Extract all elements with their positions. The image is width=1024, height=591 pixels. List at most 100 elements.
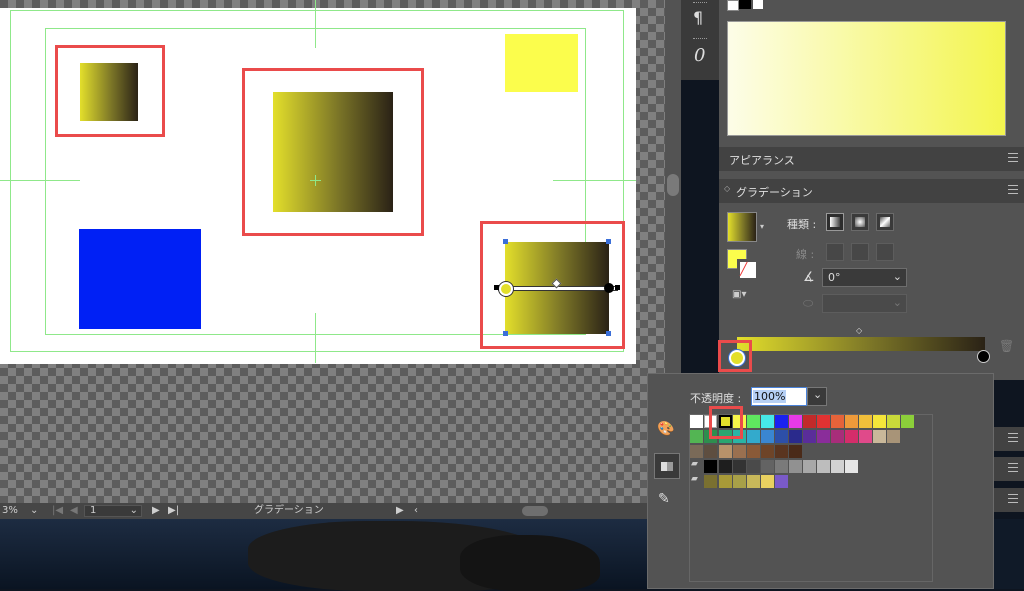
eyedropper-icon[interactable]: ✎ <box>658 491 670 507</box>
freeform-gradient-icon[interactable] <box>876 213 894 231</box>
swatch[interactable] <box>747 445 760 458</box>
menu-icon[interactable] <box>1008 433 1018 442</box>
swatch[interactable] <box>887 415 900 428</box>
gradient-tab[interactable]: グラデーション <box>736 184 813 200</box>
swatch[interactable] <box>789 460 802 473</box>
swatch[interactable] <box>845 460 858 473</box>
trash-icon[interactable]: 🗑 <box>999 339 1014 353</box>
opacity-chevron-down-icon[interactable]: ⌄ <box>813 388 822 401</box>
swatch[interactable] <box>719 460 732 473</box>
swatch[interactable] <box>747 430 760 443</box>
yellow-square[interactable] <box>505 34 578 92</box>
opacity-dropdown[interactable]: ⌄ <box>807 387 827 406</box>
menu-icon[interactable] <box>1008 153 1018 162</box>
swatch[interactable] <box>789 415 802 428</box>
folder-icon[interactable]: ▰ <box>691 459 698 469</box>
swatch[interactable] <box>733 475 746 488</box>
swatch[interactable] <box>761 460 774 473</box>
swatch[interactable] <box>803 460 816 473</box>
fill-stroke-mini-white[interactable] <box>753 0 763 9</box>
swatch[interactable] <box>789 430 802 443</box>
menu-icon[interactable] <box>1008 185 1018 194</box>
swatches-icon[interactable] <box>654 453 680 479</box>
swatch[interactable] <box>817 460 830 473</box>
swatch[interactable] <box>803 415 816 428</box>
swatch[interactable] <box>747 475 760 488</box>
opacity-field[interactable]: 100% <box>751 387 807 406</box>
swatch[interactable] <box>887 430 900 443</box>
swatch[interactable] <box>719 445 732 458</box>
page-number-field[interactable]: 1 ⌄ <box>84 505 142 517</box>
swatch-chevron-down-icon[interactable]: ▾ <box>760 222 764 231</box>
swatch[interactable] <box>775 460 788 473</box>
swatch[interactable] <box>761 415 774 428</box>
swatch[interactable] <box>859 415 872 428</box>
palette-icon[interactable]: 🎨 <box>657 421 674 437</box>
swatch[interactable] <box>733 460 746 473</box>
swatch[interactable] <box>775 430 788 443</box>
swatch[interactable] <box>761 430 774 443</box>
stroke-gradient-along-icon[interactable] <box>851 243 869 261</box>
aspect-field[interactable]: ⌄ <box>822 294 907 313</box>
swatch[interactable] <box>761 445 774 458</box>
swatch[interactable] <box>704 460 717 473</box>
aspect-chevron-down-icon[interactable]: ⌄ <box>893 296 902 309</box>
swatch[interactable] <box>817 430 830 443</box>
angle-field[interactable]: 0° ⌄ <box>822 268 907 287</box>
artboard[interactable] <box>0 0 636 364</box>
scroll-left-icon[interactable]: ‹ <box>414 503 418 519</box>
swatch[interactable] <box>704 445 717 458</box>
linear-gradient-icon[interactable] <box>826 213 844 231</box>
menu-icon[interactable] <box>1008 463 1018 472</box>
swatch[interactable] <box>775 475 788 488</box>
prev-page-icon[interactable]: ◀ <box>70 503 78 519</box>
appearance-panel-header[interactable]: アピアランス <box>719 147 1024 171</box>
fill-stroke-mini-none-icon[interactable] <box>727 0 739 11</box>
stroke-gradient-within-icon[interactable] <box>826 243 844 261</box>
horizontal-scroll-thumb[interactable] <box>522 506 548 516</box>
status-menu-icon[interactable]: ▶ <box>396 503 404 519</box>
swatch[interactable] <box>831 430 844 443</box>
swatch[interactable] <box>859 430 872 443</box>
swatch[interactable] <box>803 430 816 443</box>
swatch[interactable] <box>747 415 760 428</box>
swatch[interactable] <box>761 475 774 488</box>
radial-gradient-icon[interactable] <box>851 213 869 231</box>
zoom-dropdown-chevron-down-icon[interactable]: ⌄ <box>30 503 38 519</box>
vertical-scroll-thumb[interactable] <box>667 174 679 196</box>
appearance-tab[interactable]: アピアランス <box>729 152 795 168</box>
swatch[interactable] <box>733 445 746 458</box>
page-chevron-down-icon[interactable]: ⌄ <box>130 503 138 519</box>
swatch[interactable] <box>775 445 788 458</box>
swatch-none[interactable] <box>690 415 703 428</box>
collapse-icon[interactable]: ◇ <box>724 184 730 193</box>
swatch[interactable] <box>690 445 703 458</box>
stroke-gradient-across-icon[interactable] <box>876 243 894 261</box>
swatch[interactable] <box>845 415 858 428</box>
swatch[interactable] <box>873 430 886 443</box>
swatch[interactable] <box>690 430 703 443</box>
swatch[interactable] <box>719 475 732 488</box>
swatch[interactable] <box>789 445 802 458</box>
swatch[interactable] <box>747 460 760 473</box>
italic-zero-icon[interactable]: 0 <box>694 45 705 66</box>
zoom-level[interactable]: 3% <box>2 503 18 519</box>
first-page-icon[interactable]: |◀ <box>52 503 63 519</box>
swatch[interactable] <box>817 415 830 428</box>
swatch[interactable] <box>901 415 914 428</box>
gradient-panel-header[interactable]: ◇ グラデーション <box>719 179 1024 203</box>
swatch[interactable] <box>775 415 788 428</box>
gradient-swatch-preview[interactable] <box>727 212 757 242</box>
fill-stroke-mini-black[interactable] <box>739 0 751 9</box>
swatch[interactable] <box>704 475 717 488</box>
swatch[interactable] <box>831 460 844 473</box>
document-canvas[interactable] <box>0 0 665 505</box>
midpoint-diamond-icon[interactable]: ◇ <box>856 326 862 335</box>
reverse-gradient-icon[interactable]: ▣▾ <box>732 289 746 300</box>
swatch[interactable] <box>845 430 858 443</box>
blue-rectangle[interactable] <box>79 229 201 329</box>
gradient-slider[interactable] <box>737 337 985 351</box>
next-page-icon[interactable]: ▶ <box>152 503 160 519</box>
gradient-stop-end[interactable] <box>977 350 990 363</box>
last-page-icon[interactable]: ▶| <box>168 503 179 519</box>
